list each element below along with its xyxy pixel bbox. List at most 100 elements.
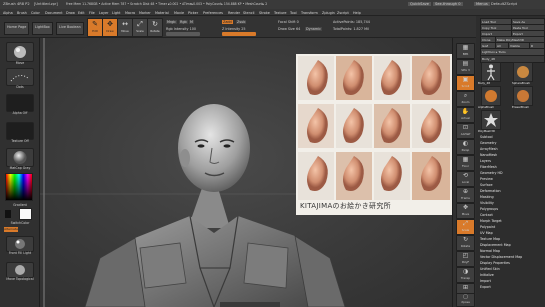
section-geometry-hd[interactable]: Geometry HD [480,171,503,175]
zsub-button[interactable]: Zsub [236,20,247,24]
floor-button[interactable]: ▦ Floor [456,155,475,171]
section-texture-map[interactable]: Texture Map [480,237,500,241]
section-import[interactable]: Import [480,279,491,283]
section-normal-map[interactable]: Normal Map [480,249,500,253]
section-arraymesh[interactable]: ArrayMesh [480,147,498,151]
xpose-button[interactable]: ▢ Xpose [456,293,475,307]
texture-selector[interactable] [6,122,34,140]
section-layers[interactable]: Layers [480,159,491,163]
subtool-simple-brush[interactable] [513,86,533,106]
persp-button[interactable]: ◐ Persp [456,139,475,155]
section-export[interactable]: Export [480,285,491,289]
scale-view-button[interactable]: ⤢ Scale [456,219,475,235]
menu-document[interactable]: Document [45,11,63,15]
section-masking[interactable]: Masking [480,195,494,199]
menu-macro[interactable]: Macro [125,11,135,15]
focal-shift-slider[interactable]: Focal Shift 0 [278,20,299,24]
material-selector[interactable] [6,148,34,167]
scroll-button[interactable]: ▣ Scroll [456,75,475,91]
subtool-body[interactable] [481,62,501,82]
alpha-selector[interactable] [6,94,34,112]
zadd-button[interactable]: Zadd [222,20,233,24]
menu-texture[interactable]: Texture [274,11,286,15]
subtool-alpha-brush[interactable] [481,86,501,106]
z-intensity-slider[interactable]: Z Intensity 25 [222,27,246,31]
frame-button[interactable]: ⊕ Frame [456,187,475,203]
move-button[interactable]: ↔ Move [117,18,133,37]
section-visibility[interactable]: Visibility [480,201,494,205]
section-geometry[interactable]: Geometry [480,141,496,145]
menu-light[interactable]: Light [112,11,120,15]
draw-size-slider[interactable]: Draw Size 64 [278,27,300,31]
menu-material[interactable]: Material [155,11,169,15]
gradient-label[interactable]: Gradient [0,203,40,207]
tab-live-boolean[interactable]: Live Boolean [56,22,84,35]
menu-layer[interactable]: Layer [99,11,108,15]
section-subtool[interactable]: Subtool [480,135,493,139]
section-displacement-map[interactable]: Displacement Map [480,243,511,247]
rotate-view-button[interactable]: ↻ Rotate [456,235,475,251]
menu-stroke[interactable]: Stroke [259,11,270,15]
draw-button[interactable]: ✥ Draw [102,18,118,37]
quicksave-button[interactable]: QuickSave [408,1,431,6]
menu-stencil[interactable]: Stencil [243,11,254,15]
section-polygroups[interactable]: Polygroups [480,207,498,211]
default-zscript-button[interactable]: DefaultZScript [491,2,517,6]
section-initialize[interactable]: Initialize [480,273,494,277]
section-unified-skin[interactable]: Unified Skin [480,267,500,271]
subtool-sphere-brush[interactable] [513,62,533,82]
menu-transform[interactable]: Transform [301,11,318,15]
tab-home-page[interactable]: Home Page [4,22,30,35]
menu-color[interactable]: Color [31,11,40,15]
menu-file[interactable]: File [89,11,95,15]
section-vector-displacement-map[interactable]: Vector Displacement Map [480,255,522,259]
section-deformation[interactable]: Deformation [480,189,501,193]
rgb-button[interactable]: Rgb [179,20,188,24]
section-surface[interactable]: Surface [480,183,493,187]
menu-zplugin[interactable]: Zplugin [322,11,335,15]
menus-button[interactable]: Menus [474,1,490,6]
menu-picker[interactable]: Picker [188,11,198,15]
section-morph-target[interactable]: Morph Target [480,219,502,223]
z-intensity-track[interactable] [222,32,256,36]
secondary-color-swatch[interactable] [5,210,11,218]
section-fibermesh[interactable]: FiberMesh [480,165,497,169]
menu-marker[interactable]: Marker [139,11,151,15]
tab-lightbox[interactable]: LightBox [32,22,53,35]
section-uv-map[interactable]: UV Map [480,231,493,235]
section-contact[interactable]: Contact [480,213,493,217]
alternate-button[interactable]: Alternate [4,227,18,232]
menu-help[interactable]: Help [353,11,361,15]
light-sphere[interactable] [6,236,34,252]
mrgb-button[interactable]: Mrgb [166,20,177,24]
transp-button[interactable]: ◑ Transp [456,267,475,283]
local-button[interactable]: ⟲ Local [456,171,475,187]
secondary-brush[interactable] [6,262,34,278]
primary-color-swatch[interactable] [19,208,32,220]
section-preview[interactable]: Preview [480,177,493,181]
rotate-button[interactable]: ↻ Rotate [147,18,163,37]
dynamic-button[interactable]: Dynamic [305,27,322,31]
brush-selector[interactable] [6,42,34,62]
menu-tool[interactable]: Tool [290,11,297,15]
menu-zscript[interactable]: Zscript [337,11,349,15]
subtool-polymesh[interactable] [481,110,501,130]
section-polypaint[interactable]: Polypaint [480,225,495,229]
stroke-selector[interactable] [6,68,34,86]
menu-preferences[interactable]: Preferences [203,11,223,15]
menu-brush[interactable]: Brush [17,11,27,15]
menu-alpha[interactable]: Alpha [3,11,13,15]
m-button[interactable]: M [189,20,194,24]
actual-button[interactable]: ✋ Actual [456,107,475,123]
rgb-intensity-track[interactable] [166,32,200,36]
section-nanomesh[interactable]: NanoMesh [480,153,497,157]
scale-button[interactable]: ⤢ Scale [132,18,148,37]
move-view-button[interactable]: ✥ Move [456,203,475,219]
menu-movie[interactable]: Movie [174,11,184,15]
edit-button[interactable]: ✎ Edit [87,18,103,37]
bpr-button[interactable]: ▦ BPR [456,43,475,59]
rgb-intensity-slider[interactable]: Rgb Intensity 100 [166,27,196,31]
polyf-button[interactable]: ◰ PolyF [456,251,475,267]
aahalf-button[interactable]: ⊡ AAHalf [456,123,475,139]
menu-render[interactable]: Render [228,11,240,15]
